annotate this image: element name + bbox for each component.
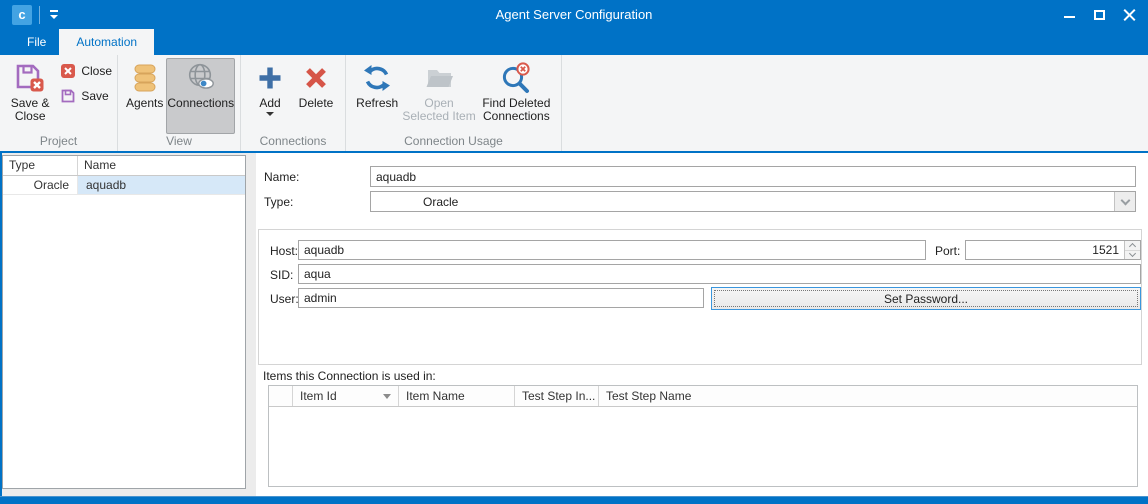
save-and-close-button[interactable]: Save & Close xyxy=(7,58,53,134)
add-label: Add xyxy=(259,97,280,110)
usage-column-indicator xyxy=(269,386,293,406)
port-spinner xyxy=(1124,241,1140,259)
open-selected-item-button[interactable]: Open Selected Item xyxy=(401,58,476,134)
maximize-button[interactable] xyxy=(1084,0,1114,29)
spinner-up-icon xyxy=(1129,243,1136,250)
usage-column-test-step-name[interactable]: Test Step Name xyxy=(599,386,1137,406)
oracle-settings-groupbox: Host: Port: SID: User: Set Password... xyxy=(258,229,1142,365)
connection-row-aquadb[interactable]: Oracle aquadb xyxy=(3,176,245,195)
status-bar xyxy=(0,496,1148,504)
type-label: Type: xyxy=(264,195,293,209)
ribbon-group-view: Agents Connections View xyxy=(118,55,241,151)
connection-name-cell: aquadb xyxy=(78,176,245,194)
usage-column-item-name[interactable]: Item Name xyxy=(399,386,515,406)
close-window-button[interactable] xyxy=(1114,0,1144,29)
usage-table-header: Item Id Item Name Test Step In... Test S… xyxy=(269,386,1137,407)
agents-database-icon xyxy=(129,62,161,94)
save-label: Save xyxy=(81,89,108,103)
set-password-button[interactable]: Set Password... xyxy=(711,287,1141,310)
find-deleted-connections-button[interactable]: Find Deleted Connections xyxy=(477,58,556,134)
connections-list-panel: Type Name Oracle aquadb xyxy=(2,155,246,489)
port-spinbox xyxy=(965,240,1141,260)
connections-label: Connections xyxy=(167,97,234,110)
host-label: Host: xyxy=(270,244,298,258)
usage-column-item-id-label: Item Id xyxy=(300,389,337,403)
refresh-button[interactable]: Refresh xyxy=(353,58,401,134)
ribbon-group-connection-usage: Refresh Open Selected Item xyxy=(346,55,562,151)
group-label-connection-usage: Connection Usage xyxy=(346,134,561,148)
spinner-down-icon xyxy=(1129,250,1136,257)
combo-dropdown-icon xyxy=(1120,195,1130,205)
add-connection-button[interactable]: Add xyxy=(248,58,292,134)
type-value: Oracle xyxy=(423,195,458,209)
user-label: User: xyxy=(270,292,299,306)
usage-table-caption: Items this Connection is used in: xyxy=(263,369,436,383)
ribbon: Save & Close Close xyxy=(0,55,1148,153)
maximize-icon xyxy=(1094,10,1105,20)
save-button[interactable]: Save xyxy=(60,86,112,106)
host-input[interactable] xyxy=(298,240,926,260)
tab-file[interactable]: File xyxy=(14,29,59,55)
ribbon-tab-row: File Automation xyxy=(0,29,1148,55)
refresh-icon xyxy=(361,62,393,94)
add-plus-icon xyxy=(254,62,286,94)
open-folder-icon xyxy=(423,62,455,94)
type-dropdown-button[interactable] xyxy=(1114,192,1135,211)
ribbon-filler xyxy=(562,55,1148,151)
delete-label: Delete xyxy=(299,97,334,110)
minimize-button[interactable] xyxy=(1054,0,1084,29)
agent-server-configuration-window: c Agent Server Configuration File Automa… xyxy=(0,0,1148,504)
find-deleted-icon xyxy=(500,62,532,94)
spinner-down-button[interactable] xyxy=(1125,251,1140,260)
column-header-type[interactable]: Type xyxy=(3,156,78,175)
connections-button[interactable]: Connections xyxy=(166,58,235,134)
agents-button[interactable]: Agents xyxy=(125,58,164,134)
sid-input[interactable] xyxy=(298,264,1141,284)
tab-automation[interactable]: Automation xyxy=(59,29,154,55)
save-close-icon xyxy=(14,62,46,94)
group-label-view: View xyxy=(118,134,240,148)
usage-column-test-step-in[interactable]: Test Step In... xyxy=(515,386,599,406)
connection-type-cell: Oracle xyxy=(3,176,78,194)
agents-label: Agents xyxy=(126,97,163,110)
user-input[interactable] xyxy=(298,288,704,308)
minimize-icon xyxy=(1064,16,1075,18)
connection-detail-panel: Name: Type: Oracle Host: Port: SID: User… xyxy=(256,153,1148,496)
port-label: Port: xyxy=(935,244,960,258)
close-button[interactable]: Close xyxy=(60,61,112,81)
usage-table: Item Id Item Name Test Step In... Test S… xyxy=(268,385,1138,487)
window-controls xyxy=(1054,0,1144,29)
column-header-name[interactable]: Name xyxy=(78,156,245,175)
name-input[interactable] xyxy=(370,166,1136,187)
close-icon xyxy=(60,63,76,79)
sid-label: SID: xyxy=(270,268,293,282)
usage-column-item-id[interactable]: Item Id xyxy=(293,386,399,406)
add-dropdown-icon xyxy=(266,112,274,116)
sort-desc-icon xyxy=(383,394,391,399)
find-deleted-connections-label: Find Deleted Connections xyxy=(478,97,555,123)
window-title: Agent Server Configuration xyxy=(0,0,1148,29)
title-bar: c Agent Server Configuration xyxy=(0,0,1148,29)
group-label-connections: Connections xyxy=(241,134,345,148)
type-combobox[interactable]: Oracle xyxy=(370,191,1136,212)
delete-x-icon xyxy=(300,62,332,94)
close-label: Close xyxy=(81,64,112,78)
port-input[interactable] xyxy=(966,241,1123,259)
open-selected-item-label: Open Selected Item xyxy=(402,97,475,123)
ribbon-group-project: Save & Close Close xyxy=(0,55,118,151)
close-window-icon xyxy=(1123,8,1136,21)
refresh-label: Refresh xyxy=(356,97,398,110)
group-label-project: Project xyxy=(0,134,117,148)
ribbon-group-connections: Add Delete Connections xyxy=(241,55,346,151)
save-icon xyxy=(60,88,76,104)
usage-table-body xyxy=(269,407,1137,486)
save-and-close-label: Save & Close xyxy=(8,97,52,123)
name-label: Name: xyxy=(264,170,299,184)
connections-list-header: Type Name xyxy=(3,156,245,176)
connections-globe-icon xyxy=(185,62,217,94)
delete-connection-button[interactable]: Delete xyxy=(292,58,340,134)
